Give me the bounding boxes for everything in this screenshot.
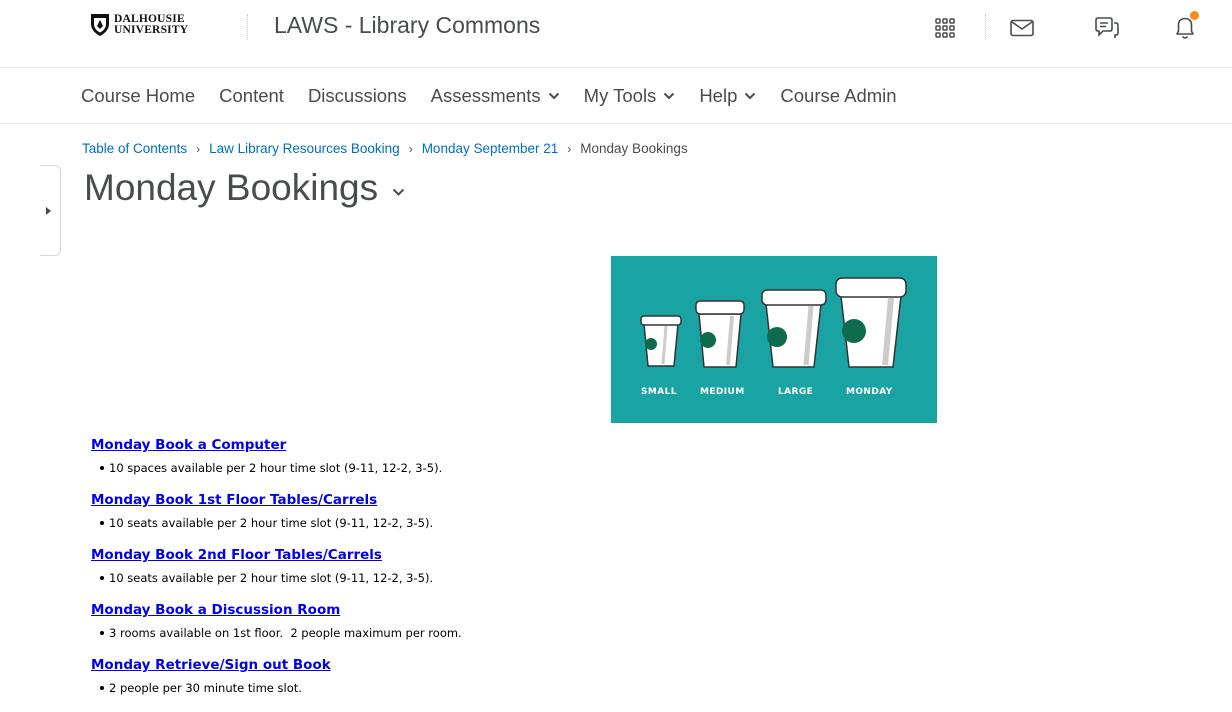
nav-label: Help xyxy=(699,85,738,106)
cup-medium xyxy=(695,300,745,368)
breadcrumb-current: Monday Bookings xyxy=(580,141,688,156)
breadcrumb-link-table-of-contents[interactable]: Table of Contents xyxy=(82,141,187,156)
bullet xyxy=(100,630,104,635)
booking-desc-text: 2 people per 30 minute time slot. xyxy=(109,681,302,695)
page-title: Monday Bookings xyxy=(84,167,405,209)
cup-label-small: SMALL xyxy=(641,387,677,397)
booking-description: 10 seats available per 2 hour time slot … xyxy=(91,511,462,547)
booking-item: Monday Book 2nd Floor Tables/Carrels 10 … xyxy=(91,547,462,602)
coffee-cups-image: SMALL MEDIUM LARGE MONDAY xyxy=(611,256,937,423)
breadcrumb-separator: › xyxy=(196,141,201,156)
cup-label-monday: MONDAY xyxy=(846,387,893,397)
notification-dot xyxy=(1190,11,1199,20)
nav-item-my-tools[interactable]: My Tools xyxy=(584,85,676,107)
bullet xyxy=(100,465,104,470)
booking-desc-text: 10 seats available per 2 hour time slot … xyxy=(109,516,434,530)
chat-icon[interactable] xyxy=(1092,13,1122,43)
breadcrumb: Table of Contents › Law Library Resource… xyxy=(82,141,688,156)
bookings-list: Monday Book a Computer 10 spaces availab… xyxy=(91,437,462,712)
bullet xyxy=(100,575,104,580)
nav-item-help[interactable]: Help xyxy=(699,85,756,107)
booking-description: 3 rooms available on 1st floor. 2 people… xyxy=(91,621,462,657)
booking-item: Monday Book a Discussion Room 3 rooms av… xyxy=(91,602,462,657)
bullet xyxy=(100,520,104,525)
nav-label: Content xyxy=(219,85,284,106)
page-title-text: Monday Bookings xyxy=(84,167,379,208)
nav-label: Discussions xyxy=(307,85,407,106)
top-bar: DALHOUSIE UNIVERSITY LAWS - Library Comm… xyxy=(0,0,1232,68)
cup-label-medium: MEDIUM xyxy=(700,387,745,397)
nav-items: Course Home Content Discussions Assessme… xyxy=(81,85,921,107)
side-panel-toggle[interactable] xyxy=(40,165,61,256)
booking-description: 10 spaces available per 2 hour time slot… xyxy=(91,456,462,492)
cup-label-large: LARGE xyxy=(778,387,814,397)
logo-text: DALHOUSIE UNIVERSITY xyxy=(114,13,189,36)
divider xyxy=(247,14,248,40)
nav-item-content[interactable]: Content xyxy=(219,85,284,107)
nav-label: Course Admin xyxy=(780,85,897,106)
booking-link-2nd-floor[interactable]: Monday Book 2nd Floor Tables/Carrels xyxy=(91,547,462,566)
booking-description: 2 people per 30 minute time slot. xyxy=(91,676,462,712)
booking-link-1st-floor[interactable]: Monday Book 1st Floor Tables/Carrels xyxy=(91,492,462,511)
crest-icon xyxy=(91,14,109,36)
booking-link-discussion-room[interactable]: Monday Book a Discussion Room xyxy=(91,602,462,621)
booking-description: 10 seats available per 2 hour time slot … xyxy=(91,566,462,602)
nav-label: Course Home xyxy=(81,85,196,106)
booking-desc-text: 10 seats available per 2 hour time slot … xyxy=(109,571,434,585)
chevron-down-icon xyxy=(664,92,675,100)
booking-link-retrieve-book[interactable]: Monday Retrieve/Sign out Book xyxy=(91,657,462,676)
bell-icon[interactable] xyxy=(1170,11,1200,43)
nav-item-assessments[interactable]: Assessments xyxy=(431,85,560,107)
booking-link-computer[interactable]: Monday Book a Computer xyxy=(91,437,462,456)
nav-label: My Tools xyxy=(583,85,657,106)
expand-arrow-icon xyxy=(46,207,51,215)
cup-monday xyxy=(835,277,907,368)
university-logo[interactable]: DALHOUSIE UNIVERSITY xyxy=(90,13,188,37)
cups-illustration xyxy=(640,277,907,368)
cup-small xyxy=(640,315,682,367)
chevron-down-icon[interactable] xyxy=(392,188,405,197)
breadcrumb-separator: › xyxy=(408,141,413,156)
logo-line-2: UNIVERSITY xyxy=(114,24,189,36)
booking-item: Monday Book 1st Floor Tables/Carrels 10 … xyxy=(91,492,462,547)
nav-item-discussions[interactable]: Discussions xyxy=(308,85,407,107)
nav-item-course-home[interactable]: Course Home xyxy=(81,85,195,107)
mail-icon[interactable] xyxy=(1007,13,1037,43)
nav-item-course-admin[interactable]: Course Admin xyxy=(780,85,896,107)
booking-desc-text: 3 rooms available on 1st floor. 2 people… xyxy=(109,626,462,640)
cup-large xyxy=(761,289,827,368)
breadcrumb-link-monday-september[interactable]: Monday September 21 xyxy=(422,141,559,156)
breadcrumb-separator: › xyxy=(567,141,572,156)
grid-icon[interactable] xyxy=(930,13,960,43)
course-navbar: Course Home Content Discussions Assessme… xyxy=(0,68,1232,124)
icon-divider xyxy=(985,14,986,40)
chevron-down-icon xyxy=(745,92,756,100)
booking-desc-text: 10 spaces available per 2 hour time slot… xyxy=(109,461,443,475)
chevron-down-icon xyxy=(548,92,559,100)
booking-item: Monday Book a Computer 10 spaces availab… xyxy=(91,437,462,492)
booking-item: Monday Retrieve/Sign out Book 2 people p… xyxy=(91,657,462,712)
breadcrumb-link-law-library[interactable]: Law Library Resources Booking xyxy=(209,141,400,156)
course-title[interactable]: LAWS - Library Commons xyxy=(274,12,540,39)
bullet xyxy=(100,685,104,690)
nav-label: Assessments xyxy=(430,85,541,106)
